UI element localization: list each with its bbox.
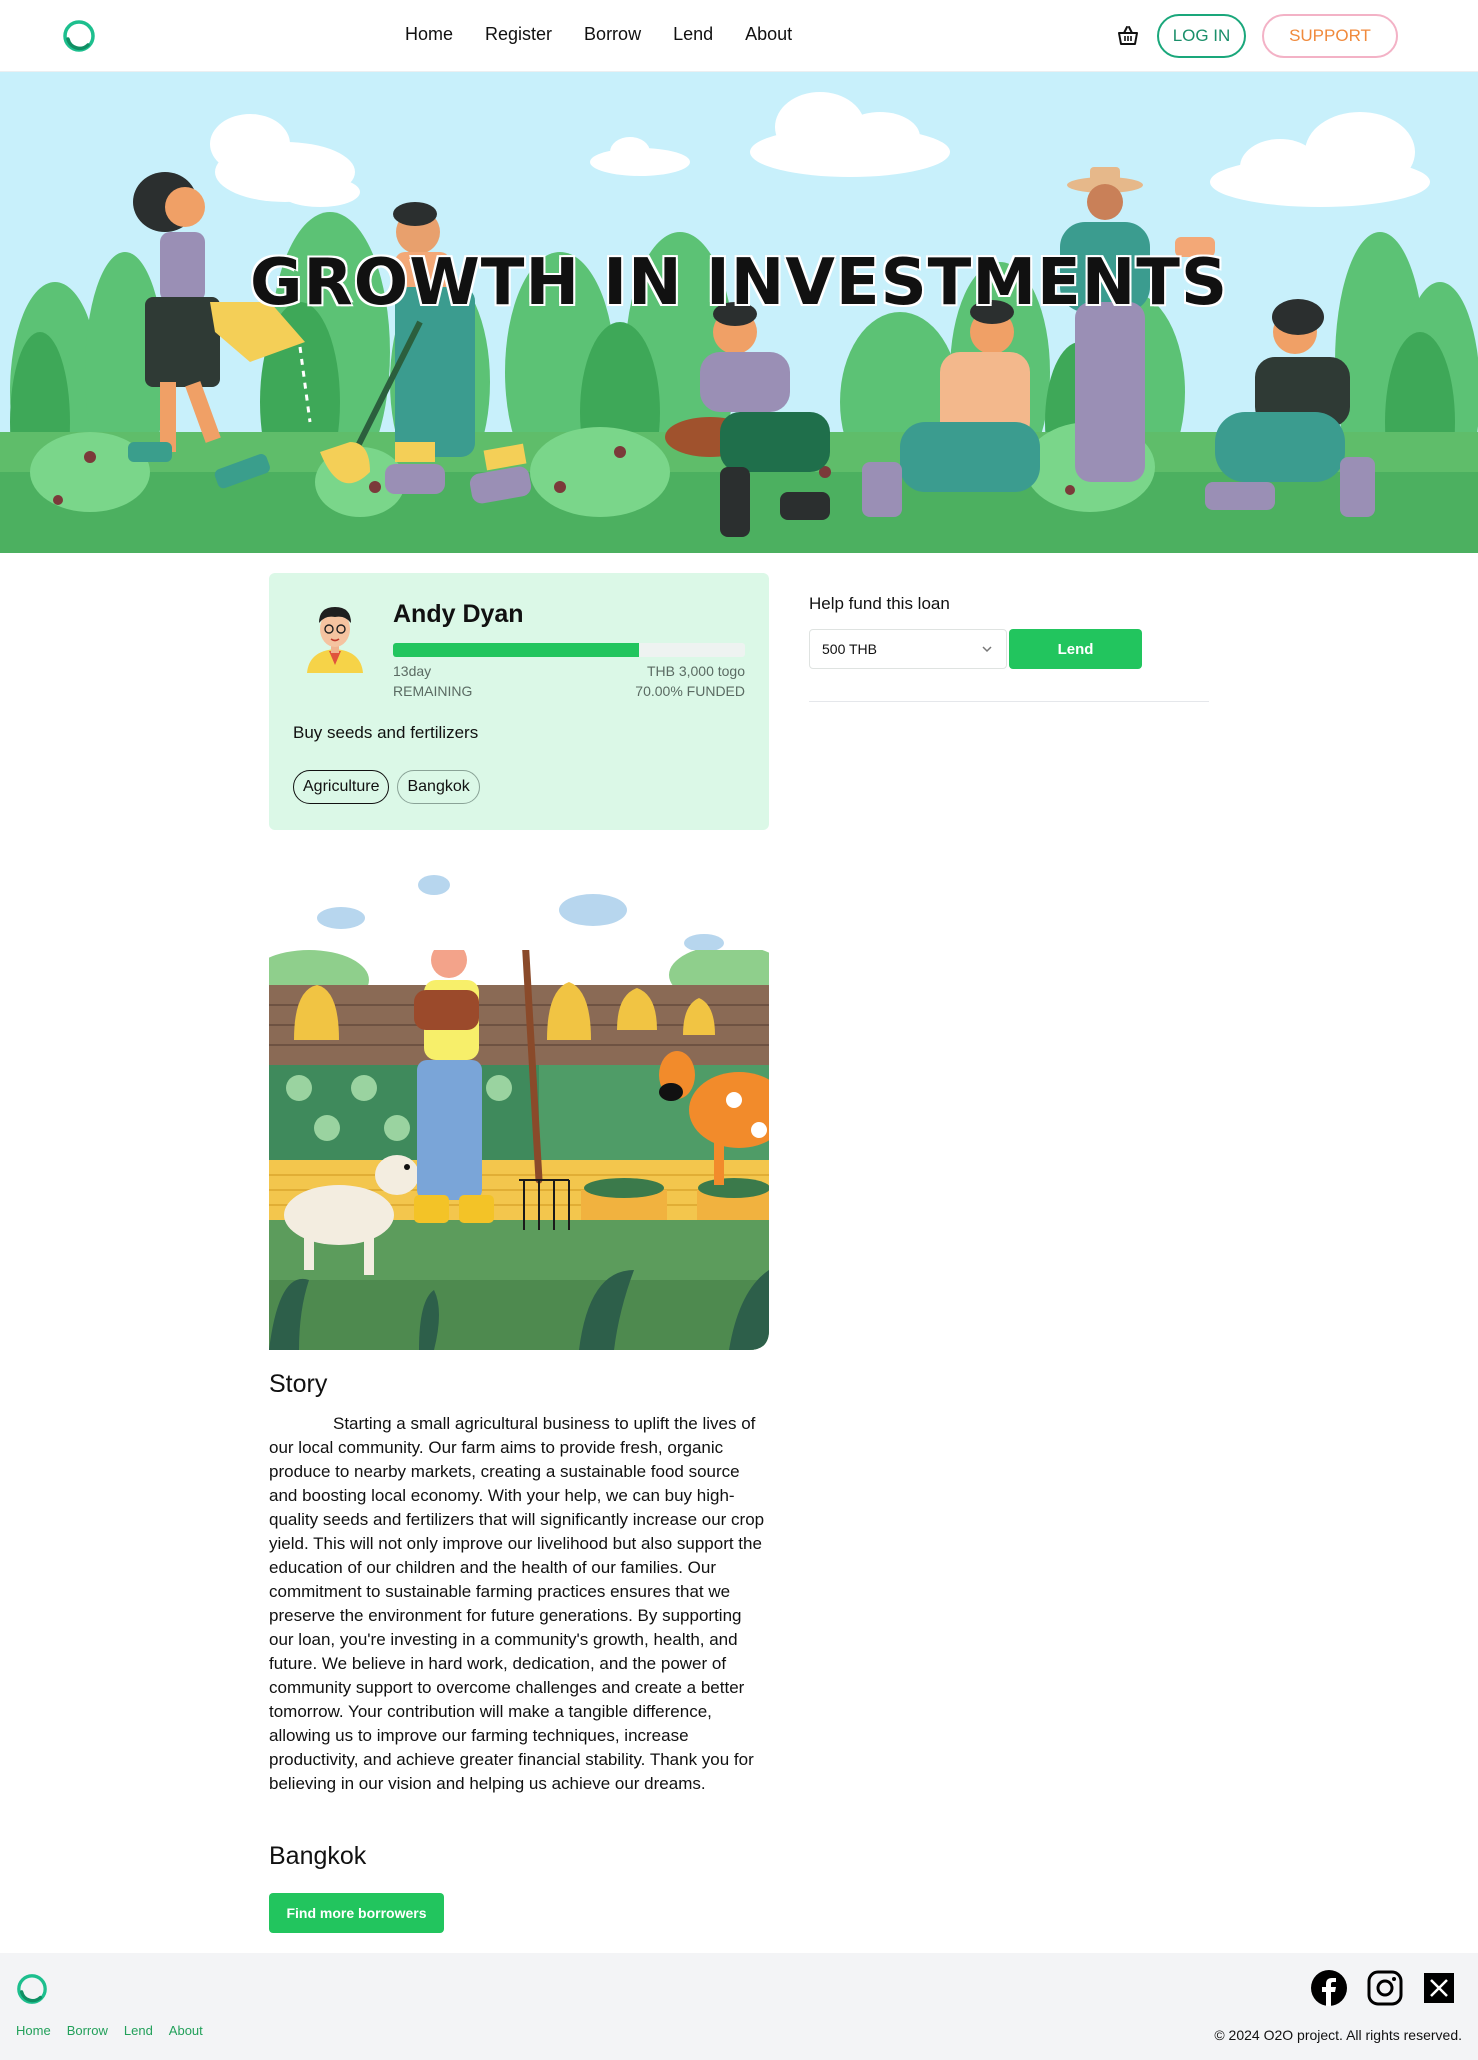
remaining-label: REMAINING bbox=[393, 683, 473, 699]
logo-icon[interactable] bbox=[16, 1973, 48, 2005]
story-text: Starting a small agricultural business t… bbox=[269, 1414, 765, 1793]
nav-register[interactable]: Register bbox=[485, 24, 552, 45]
main-nav: Home Register Borrow Lend About bbox=[405, 24, 792, 45]
farmer-illustration bbox=[269, 875, 769, 1350]
hero-banner: GROWTH IN INVESTMENTS bbox=[0, 72, 1478, 553]
copyright: © 2024 O2O project. All rights reserved. bbox=[1214, 2027, 1462, 2043]
support-button[interactable]: SUPPORT bbox=[1262, 14, 1398, 58]
amount-to-go: THB 3,000 togo bbox=[646, 663, 745, 679]
funded-percent: 70.00% FUNDED bbox=[635, 683, 745, 699]
borrower-name: Andy Dyan bbox=[393, 600, 524, 628]
amount-select[interactable]: 500 THB bbox=[809, 629, 1007, 669]
hero-title: GROWTH IN INVESTMENTS bbox=[249, 246, 1229, 320]
facebook-icon[interactable] bbox=[1311, 1970, 1347, 2006]
nav-borrow[interactable]: Borrow bbox=[584, 24, 641, 45]
site-header: Home Register Borrow Lend About LOG IN S… bbox=[0, 0, 1478, 72]
story-heading: Story bbox=[269, 1370, 328, 1398]
funding-progress-fill bbox=[393, 643, 640, 657]
time-remaining: 13day REMAINING bbox=[393, 661, 472, 701]
tag-list: Agriculture Bangkok bbox=[293, 770, 480, 804]
funding-progress-bar bbox=[393, 643, 745, 657]
footer-link-borrow[interactable]: Borrow bbox=[67, 2023, 108, 2038]
amount-select-value: 500 THB bbox=[822, 641, 877, 657]
basket-icon[interactable] bbox=[1116, 24, 1140, 48]
fund-label: Help fund this loan bbox=[809, 594, 950, 613]
nav-home[interactable]: Home bbox=[405, 24, 453, 45]
footer-link-about[interactable]: About bbox=[169, 2023, 203, 2038]
days-left: 13day bbox=[393, 663, 432, 679]
footer-link-lend[interactable]: Lend bbox=[124, 2023, 153, 2038]
funding-status: THB 3,000 togo 70.00% FUNDED bbox=[635, 661, 745, 701]
location-heading: Bangkok bbox=[269, 1842, 367, 1870]
lend-button[interactable]: Lend bbox=[1009, 629, 1142, 669]
login-button[interactable]: LOG IN bbox=[1157, 14, 1246, 58]
find-more-borrowers-button[interactable]: Find more borrowers bbox=[269, 1893, 444, 1933]
borrower-card: Andy Dyan 13day REMAINING THB 3,000 togo… bbox=[269, 573, 769, 830]
footer-link-home[interactable]: Home bbox=[16, 2023, 51, 2038]
divider bbox=[809, 701, 1209, 702]
logo-icon[interactable] bbox=[62, 19, 96, 53]
site-footer: Home Borrow Lend About © 2024 O2O projec… bbox=[0, 1953, 1478, 2060]
chevron-down-icon bbox=[982, 646, 992, 653]
borrower-avatar bbox=[307, 607, 363, 673]
instagram-icon[interactable] bbox=[1367, 1970, 1403, 2006]
x-icon[interactable] bbox=[1424, 1973, 1454, 2003]
nav-lend[interactable]: Lend bbox=[673, 24, 713, 45]
loan-purpose: Buy seeds and fertilizers bbox=[293, 723, 479, 742]
tag-agriculture[interactable]: Agriculture bbox=[293, 770, 390, 804]
tag-bangkok[interactable]: Bangkok bbox=[397, 770, 480, 804]
nav-about[interactable]: About bbox=[745, 24, 792, 45]
footer-links: Home Borrow Lend About bbox=[16, 2023, 203, 2038]
